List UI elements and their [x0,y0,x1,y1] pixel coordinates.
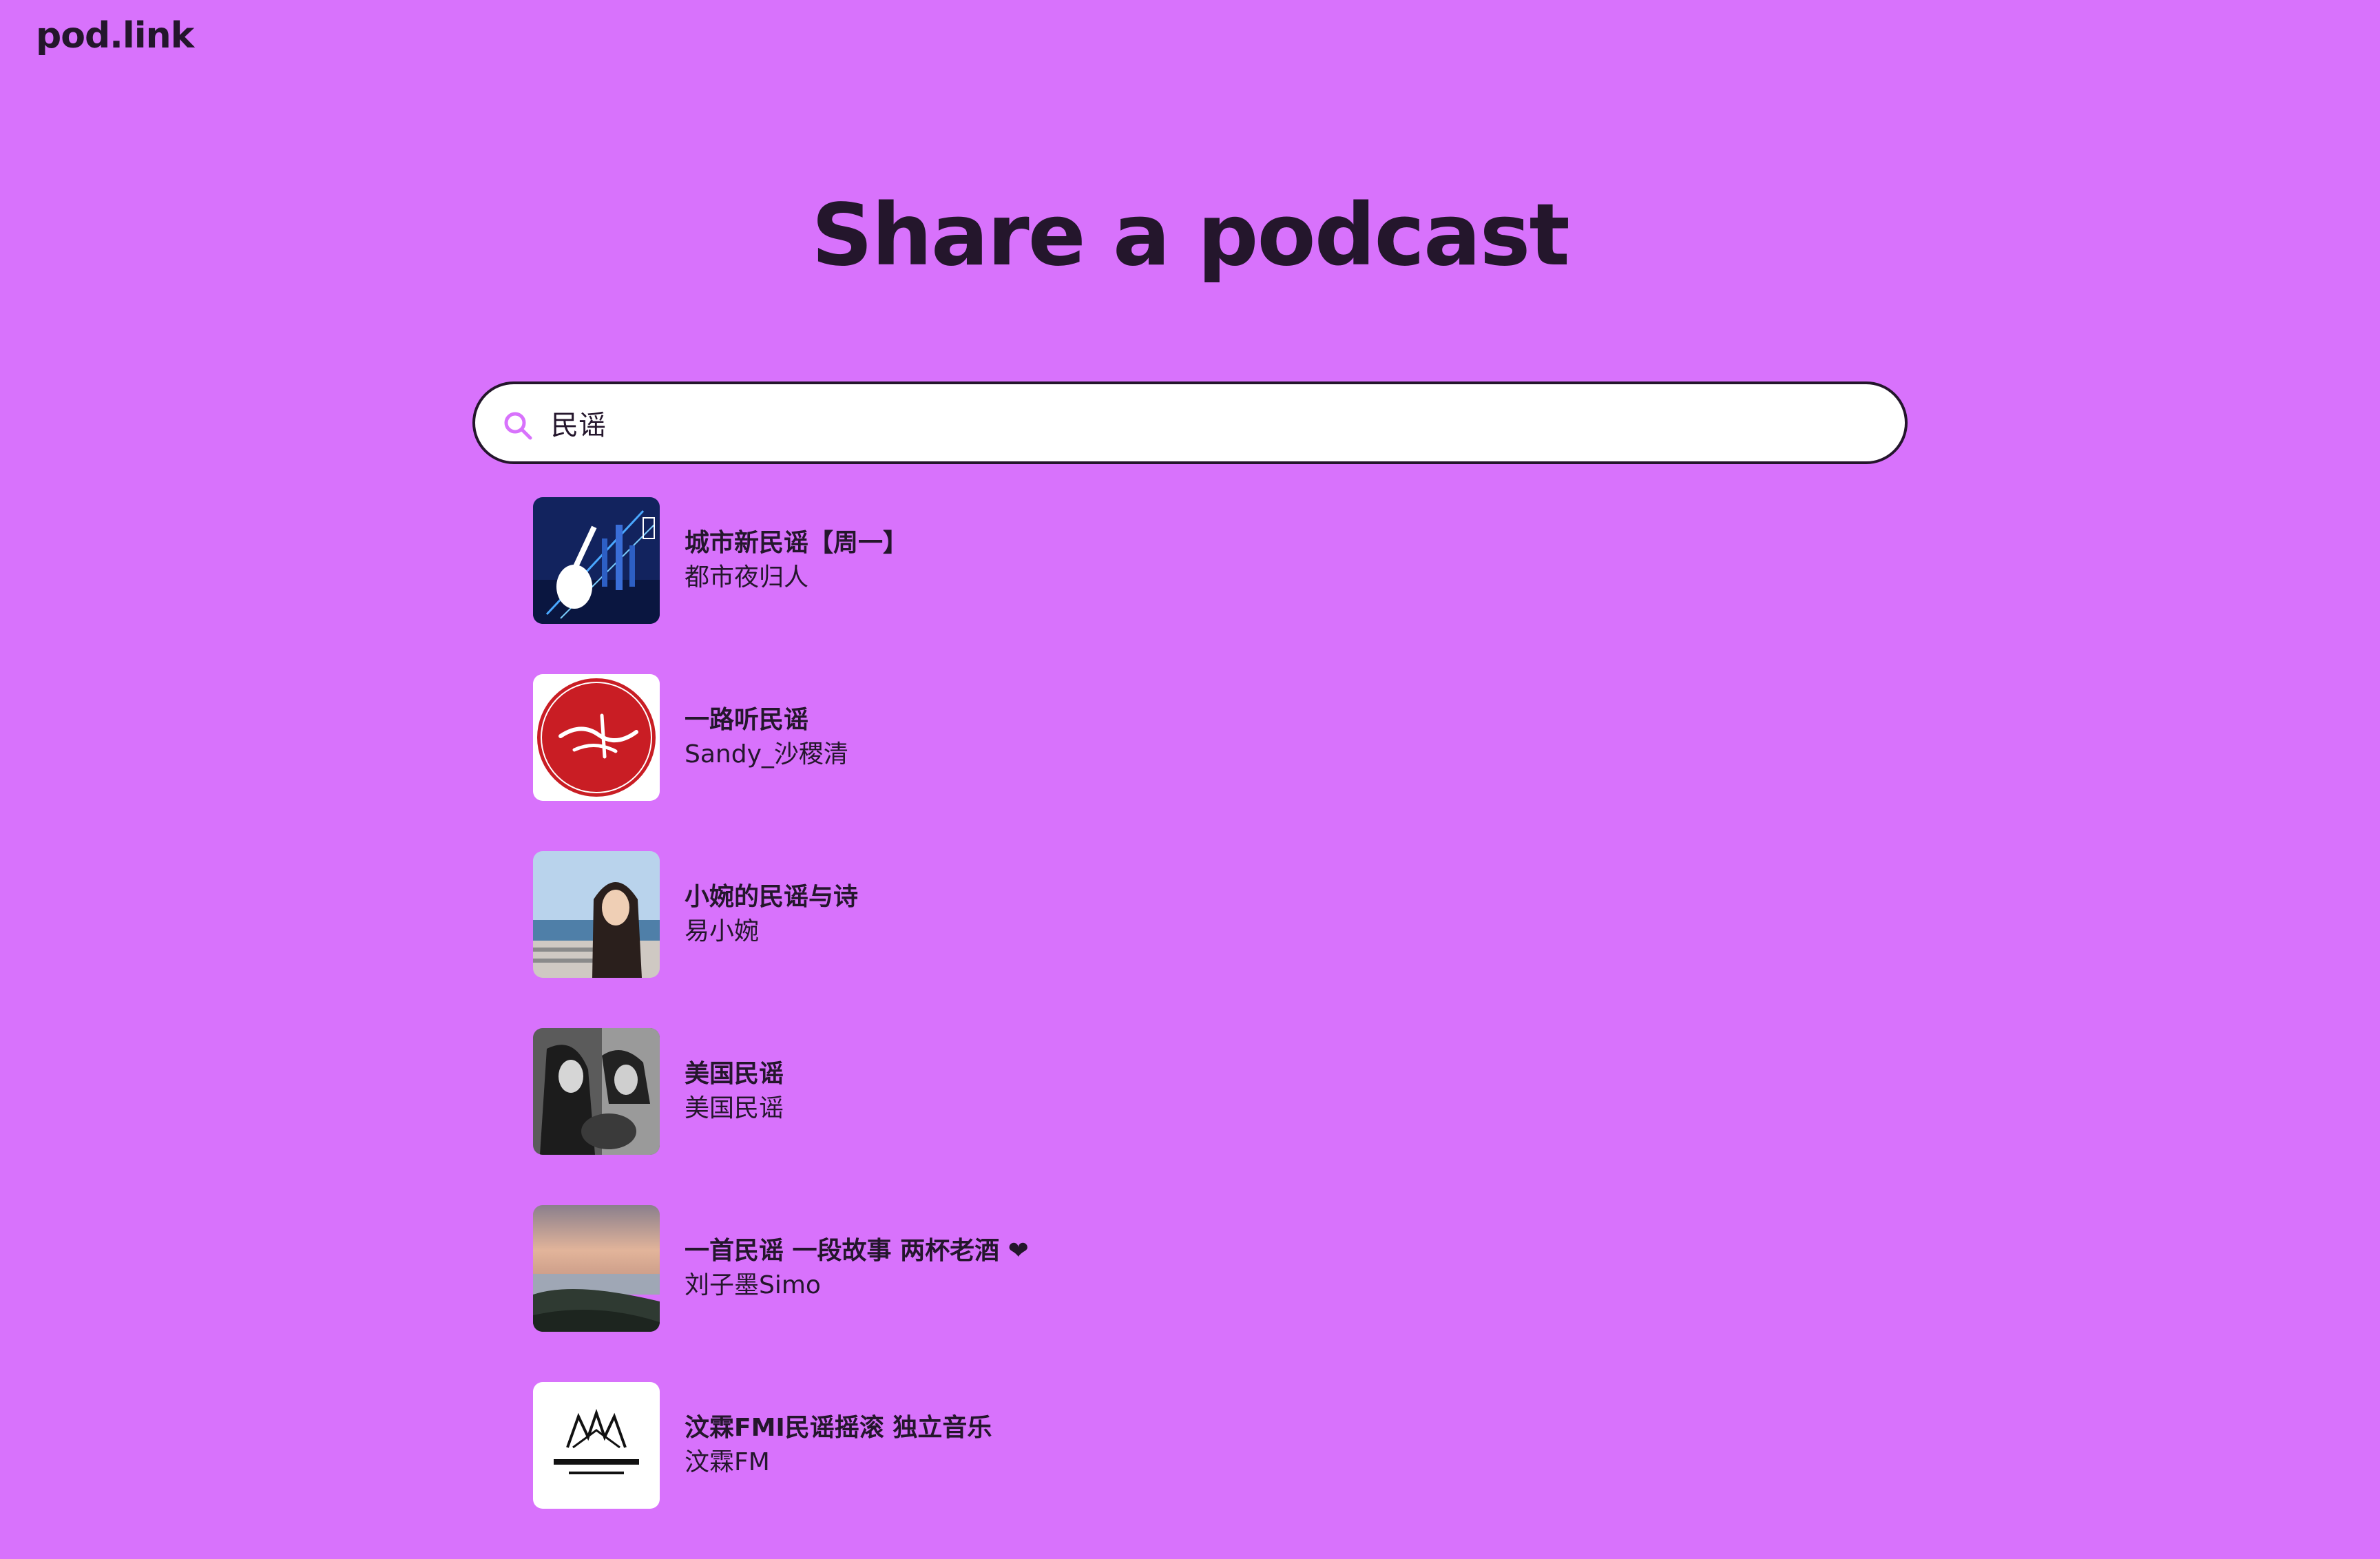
podcast-title: 一首民谣 一段故事 两杯老酒 ❤ [685,1237,1029,1265]
search-result-item[interactable]: 美国民谣 美国民谣 [533,1028,1841,1155]
site-logo[interactable]: pod.link [36,15,194,56]
podcast-author: 刘子墨Simo [685,1271,821,1299]
podcast-title: 美国民谣 [685,1060,784,1088]
podcast-author: 汶霖FM [685,1448,770,1476]
bw-guitar-photo-art [533,1028,660,1155]
search-result-item[interactable]: 一首民谣 一段故事 两杯老酒 ❤ 刘子墨Simo [533,1205,1841,1332]
search-bar[interactable] [472,381,1908,464]
podcast-author: 都市夜归人 [685,563,809,592]
seaside-portrait-art [533,851,660,978]
search-result-item[interactable]: 小婉的民谣与诗 易小婉 [533,851,1841,978]
search-icon [501,409,534,442]
podcast-title: 汶霖FMI民谣摇滚 独立音乐 [685,1414,992,1442]
search-results-list: 城市新民谣【周一】 都市夜归人 一路听民谣 Sandy_沙稷清 小婉的民谣与诗 … [533,497,1841,1559]
red-seal-art [533,674,660,801]
wenlin-fm-logo-art [533,1382,660,1509]
city-guitar-art [533,497,660,624]
sunset-shore-art [533,1205,660,1332]
search-result-item[interactable]: 一路听民谣 Sandy_沙稷清 [533,674,1841,801]
podcast-title: 城市新民谣【周一】 [685,529,908,557]
podcast-author: Sandy_沙稷清 [685,740,848,768]
search-input[interactable] [551,397,1859,449]
podcast-author: 易小婉 [685,917,760,945]
search-result-item[interactable]: 城市新民谣【周一】 都市夜归人 [533,497,1841,624]
podcast-author: 美国民谣 [685,1094,784,1122]
search-result-item[interactable]: 汶霖FMI民谣摇滚 独立音乐 汶霖FM [533,1382,1841,1509]
podcast-title: 小婉的民谣与诗 [685,883,859,911]
page-title: Share a podcast [811,186,1570,285]
podcast-title: 一路听民谣 [685,706,809,734]
